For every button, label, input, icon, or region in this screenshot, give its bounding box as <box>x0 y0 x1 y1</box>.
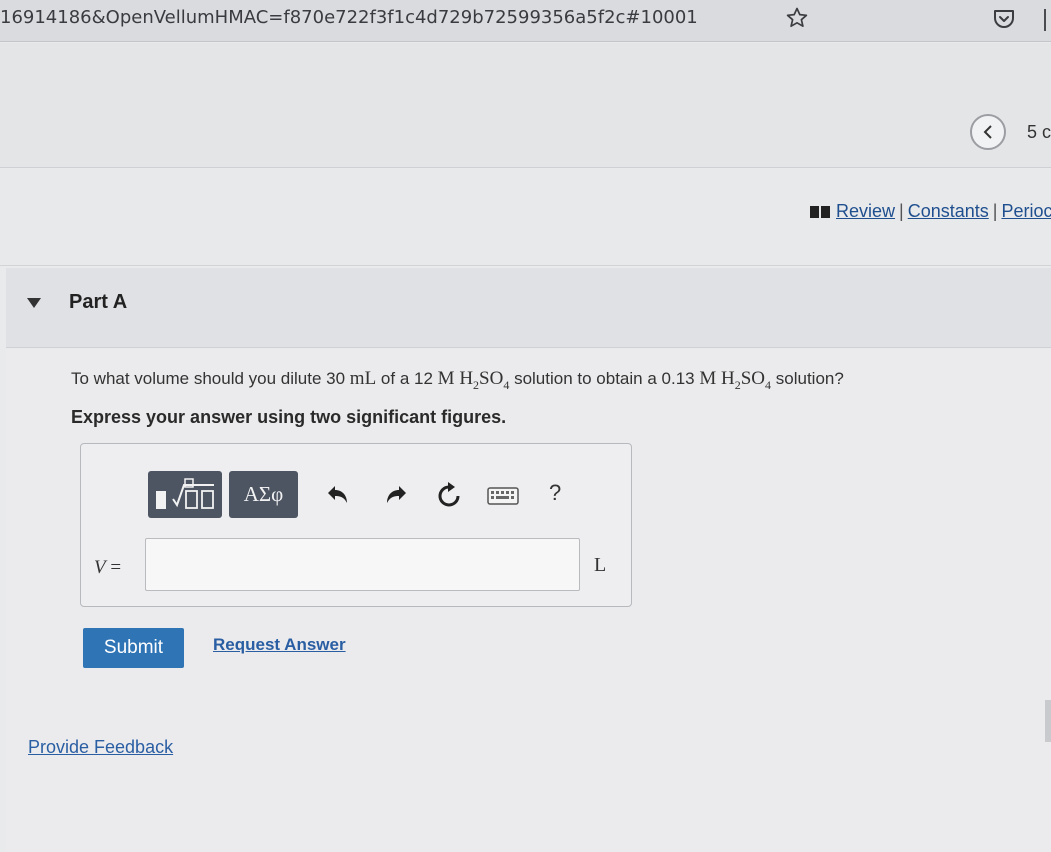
equals-sign: = <box>105 557 122 578</box>
periodic-table-link[interactable]: Perioc <box>1001 201 1051 221</box>
formula-2: M H2SO4 <box>699 368 772 392</box>
question-text: To what volume should you dilute 30 mL o… <box>71 368 844 393</box>
so-symbol: SO <box>740 368 766 389</box>
review-link[interactable]: Review <box>836 201 895 221</box>
undo-icon[interactable] <box>326 484 350 506</box>
instruction-text: Express your answer using two significan… <box>71 407 507 427</box>
h-symbol: H <box>721 368 735 389</box>
molarity-unit: M <box>699 368 717 389</box>
constants-link[interactable]: Constants <box>908 201 989 221</box>
page-count: 5 c <box>1027 122 1051 142</box>
request-answer-link[interactable]: Request Answer <box>213 635 346 655</box>
so-symbol: SO <box>479 368 504 389</box>
question-mid1: of a 12 <box>380 369 433 388</box>
previous-page-button[interactable] <box>970 114 1006 150</box>
question-mid2: solution to obtain a 0.13 <box>514 369 695 388</box>
molarity-unit: M <box>437 368 455 389</box>
separator: | <box>899 201 904 221</box>
scrollbar-edge[interactable] <box>1045 700 1051 742</box>
symbols-button[interactable]: ΑΣφ <box>229 471 298 518</box>
separator: | <box>992 201 998 221</box>
part-title: Part A <box>69 291 128 313</box>
volume-unit: mL <box>349 368 377 389</box>
so-subscript: 4 <box>765 377 772 392</box>
answer-input[interactable] <box>145 538 580 591</box>
reset-icon[interactable] <box>436 481 462 509</box>
url-text[interactable]: 16914186&OpenVellumHMAC=f870e722f3f1c4d7… <box>0 7 698 28</box>
help-icon[interactable]: ? <box>549 480 561 506</box>
redo-icon[interactable] <box>384 484 408 506</box>
h-symbol: H <box>459 368 474 389</box>
symbols-label: ΑΣφ <box>243 482 284 506</box>
pocket-icon[interactable] <box>992 8 1016 30</box>
variable-symbol: V <box>94 557 106 578</box>
top-band <box>0 43 1051 168</box>
book-icon <box>810 206 830 218</box>
caret-down-icon[interactable] <box>26 297 42 309</box>
chevron-left-icon <box>983 125 992 139</box>
question-suffix: solution? <box>775 369 844 388</box>
variable-label: V = <box>94 557 121 579</box>
keyboard-icon[interactable] <box>487 486 519 506</box>
browser-url-bar[interactable]: 16914186&OpenVellumHMAC=f870e722f3f1c4d7… <box>0 0 1051 42</box>
toolbar-divider <box>1044 9 1046 31</box>
page-root: 16914186&OpenVellumHMAC=f870e722f3f1c4d7… <box>0 0 1051 852</box>
bookmark-star-icon[interactable] <box>785 6 809 30</box>
review-links: Review | Constants | Perioc <box>836 201 1051 222</box>
templates-button[interactable] <box>148 471 222 518</box>
formula-1: M H2SO4 <box>437 368 510 392</box>
templates-icon <box>156 477 214 509</box>
so-subscript: 4 <box>503 377 510 392</box>
part-header[interactable] <box>6 268 1051 348</box>
unit-label: L <box>594 554 607 576</box>
question-prefix: To what volume should you dilute 30 <box>71 369 346 388</box>
submit-button[interactable]: Submit <box>83 628 184 668</box>
provide-feedback-link[interactable]: Provide Feedback <box>28 737 173 758</box>
